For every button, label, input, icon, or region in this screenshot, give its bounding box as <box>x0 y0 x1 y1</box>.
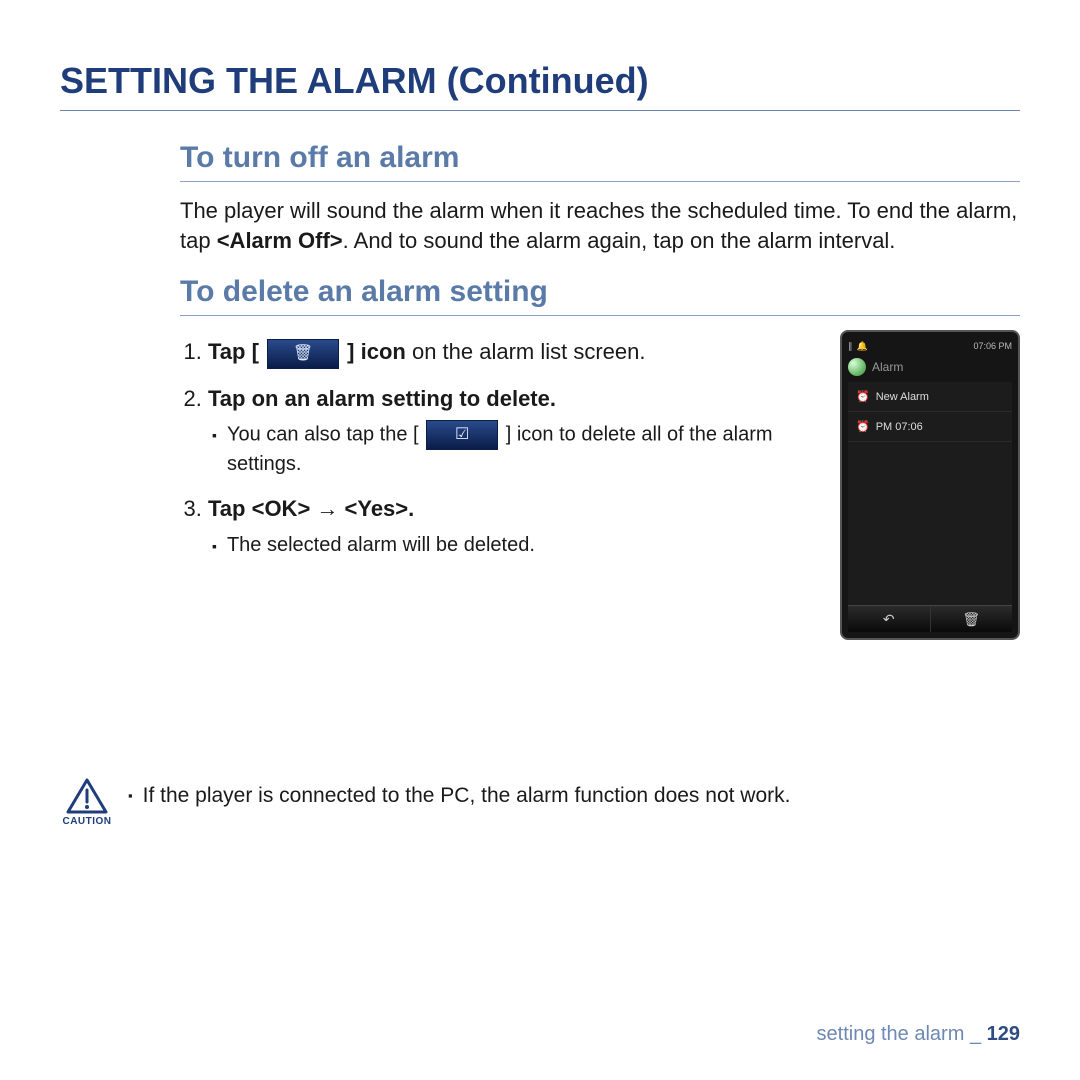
step-text: Tap on an alarm setting to delete. <box>208 386 556 411</box>
device-status-bar: ∥ 🔔 07:06 PM <box>848 338 1012 354</box>
caution-text: If the player is connected to the PC, th… <box>128 782 790 809</box>
row-label: PM 07:06 <box>876 421 923 433</box>
caution-block: CAUTION If the player is connected to th… <box>60 778 1020 827</box>
page-footer: setting the alarm _ 129 <box>817 1023 1020 1046</box>
alarm-icon: ⏰ <box>856 420 870 433</box>
step-2-sub: You can also tap the [ ☑ ] icon to delet… <box>212 420 816 479</box>
pause-icon: ∥ <box>848 341 853 352</box>
step-text: Tap [ <box>208 339 259 364</box>
device-row-new-alarm[interactable]: ⏰ New Alarm <box>848 382 1012 412</box>
step-text: on the alarm list screen. <box>406 339 646 364</box>
select-all-icon: ☑ <box>426 420 498 450</box>
steps-list: Tap [ 🗑 ] icon on the alarm list screen.… <box>180 330 816 574</box>
row-label: New Alarm <box>876 391 929 403</box>
page-title: SETTING THE ALARM (Continued) <box>60 60 1020 111</box>
clock-icon <box>848 358 866 376</box>
caution-label: CAUTION <box>60 816 114 827</box>
caution-icon: CAUTION <box>60 778 114 827</box>
step-3-sub: The selected alarm will be deleted. <box>212 531 816 560</box>
footer-section: setting the alarm <box>817 1023 965 1045</box>
step-3: Tap <OK> → <Yes>. The selected alarm wil… <box>208 493 816 560</box>
text-bold-alarm-off: <Alarm Off> <box>217 228 343 253</box>
device-row-alarm-time[interactable]: ⏰ PM 07:06 <box>848 412 1012 442</box>
device-nav-bar: ↶ 🗑 <box>848 605 1012 632</box>
section-turn-off-text: The player will sound the alarm when it … <box>180 196 1020 255</box>
step-1: Tap [ 🗑 ] icon on the alarm list screen. <box>208 336 816 368</box>
step-text: Tap <OK> → <Yes>. <box>208 496 414 521</box>
footer-page-number: 129 <box>987 1023 1020 1045</box>
back-button[interactable]: ↶ <box>848 606 931 632</box>
trash-icon: 🗑 <box>267 339 339 369</box>
sub-text: You can also tap the [ <box>227 424 419 446</box>
section-delete-title: To delete an alarm setting <box>180 275 1020 316</box>
bell-icon: 🔔 <box>857 341 868 352</box>
sub-text: The selected alarm will be deleted. <box>227 531 535 560</box>
section-turn-off-title: To turn off an alarm <box>180 141 1020 182</box>
device-status-time: 07:06 PM <box>973 341 1012 351</box>
step-text: ] icon <box>347 339 406 364</box>
footer-sep: _ <box>970 1023 981 1045</box>
step-2: Tap on an alarm setting to delete. You c… <box>208 383 816 480</box>
device-header: Alarm <box>848 358 1012 376</box>
text-segment: . And to sound the alarm again, tap on t… <box>343 228 896 253</box>
alarm-icon: ⏰ <box>856 390 870 403</box>
trash-button[interactable]: 🗑 <box>931 606 1013 632</box>
device-header-label: Alarm <box>872 360 903 374</box>
device-alarm-list: ⏰ New Alarm ⏰ PM 07:06 <box>848 382 1012 605</box>
device-screenshot: ∥ 🔔 07:06 PM Alarm ⏰ New Alarm ⏰ <box>840 330 1020 640</box>
content-area: To turn off an alarm The player will sou… <box>180 141 1020 640</box>
